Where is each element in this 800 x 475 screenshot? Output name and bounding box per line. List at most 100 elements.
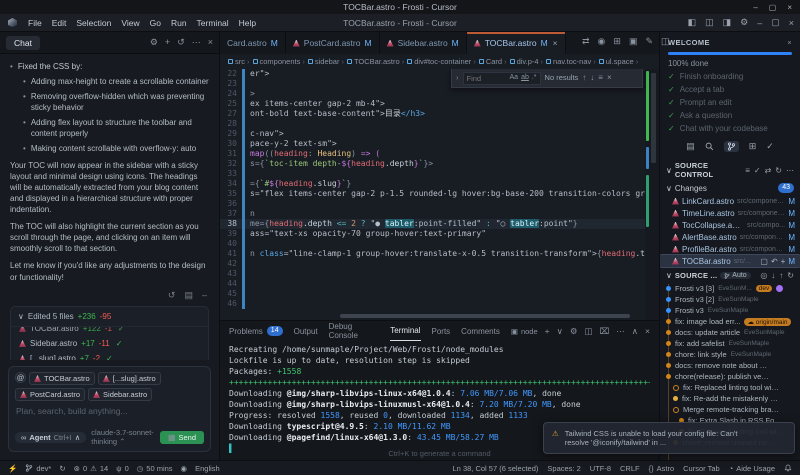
code-line[interactable]: 30 pace-y-2 text-sm"> bbox=[220, 139, 659, 149]
match-case-icon[interactable]: Aa bbox=[510, 73, 519, 83]
whole-word-icon[interactable]: ab bbox=[521, 73, 529, 83]
done-check-icon[interactable]: ✓ bbox=[766, 141, 774, 152]
usage-indicator[interactable]: ◔ Aide Usage bbox=[729, 464, 775, 473]
commit-row[interactable]: Merge remote-tracking bran... bbox=[660, 404, 800, 415]
panel-tab[interactable]: Problems 14 bbox=[229, 321, 283, 341]
cursor-position[interactable]: Ln 38, Col 57 (6 selected) bbox=[453, 464, 539, 473]
model-selector[interactable]: claude-3.7-sonnet-thinking ⌃ bbox=[91, 428, 155, 446]
maximize-icon[interactable]: ▢ bbox=[769, 3, 777, 12]
discard-changes-icon[interactable]: ↶ bbox=[771, 257, 778, 266]
branch-indicator[interactable]: dev* bbox=[25, 464, 51, 473]
minimize-icon[interactable]: – bbox=[757, 18, 762, 28]
code-line[interactable]: 43 bbox=[220, 269, 659, 279]
commit-row[interactable]: docs: remove note about Node.js... bbox=[660, 360, 800, 371]
encoding[interactable]: UTF-8 bbox=[590, 464, 611, 473]
menu-item[interactable]: Edit bbox=[47, 17, 72, 29]
context-chip[interactable]: [...slug].astro bbox=[98, 372, 161, 385]
context-chip[interactable]: PostCard.astro bbox=[15, 388, 85, 401]
tab-chat[interactable]: Chat bbox=[6, 36, 40, 50]
changed-file-row[interactable]: TocCollapse.astro src/compo... M bbox=[660, 219, 800, 231]
split-terminal-icon[interactable]: ◫ bbox=[584, 326, 592, 337]
view-as-list-icon[interactable]: ≡ bbox=[745, 166, 750, 175]
commit-row[interactable]: docs: update article EveSunMaple bbox=[660, 327, 800, 338]
notebook-icon[interactable]: ▣ bbox=[629, 36, 638, 47]
horizontal-scrollbar[interactable] bbox=[340, 314, 630, 318]
restore-checkpoint-icon[interactable]: ↺ bbox=[168, 289, 176, 301]
problems-indicator[interactable]: ⊗ 0 ⚠ 14 bbox=[74, 464, 109, 473]
breadcrumb-item[interactable]: sidebar › bbox=[308, 57, 344, 66]
new-terminal-icon[interactable]: + bbox=[545, 326, 550, 336]
edited-file-row[interactable]: [...slug].astro +7 -2 ✓ bbox=[13, 351, 206, 360]
message-more-icon[interactable]: – bbox=[202, 289, 207, 301]
notification-toast[interactable]: ⚠ Tailwind CSS is unable to load your co… bbox=[543, 422, 795, 454]
edited-files-header[interactable]: ∨ Edited 5 files +236 -95 bbox=[11, 307, 208, 327]
commit-row[interactable]: fix: add safelist EveSunMaple bbox=[660, 338, 800, 349]
chat-close-icon[interactable]: × bbox=[208, 37, 213, 48]
checklist-item[interactable]: ✓ Prompt an edit bbox=[660, 96, 800, 109]
code-editor[interactable]: › Aa ab .* No results ↑ ↓ ≡ × bbox=[220, 69, 659, 320]
sync-icon[interactable]: ↻ bbox=[59, 464, 65, 473]
copy-icon[interactable]: ▤ bbox=[184, 289, 193, 301]
menu-item[interactable]: Help bbox=[234, 17, 261, 29]
code-line[interactable]: 35 s="flex items-center gap-2 p-1.5 roun… bbox=[220, 189, 659, 199]
chat-message-area[interactable]: • Fixed the CSS by: • Adding max-height … bbox=[0, 54, 219, 360]
editor-tab[interactable]: Sidebar.astro M × bbox=[380, 32, 467, 54]
changed-file-row-selected[interactable]: TOCBar.astro src/... ▢ ↶ + M bbox=[660, 255, 800, 267]
code-line[interactable]: 28 bbox=[220, 119, 659, 129]
panel-tab[interactable]: Terminal bbox=[390, 321, 420, 341]
edited-file-row[interactable]: Sidebar.astro +17 -11 ✓ bbox=[13, 336, 206, 351]
close-panel-icon[interactable]: × bbox=[645, 326, 650, 336]
open-file-icon[interactable]: ▢ bbox=[760, 257, 768, 266]
bell-icon[interactable] bbox=[784, 464, 792, 472]
new-chat-icon[interactable]: + bbox=[165, 37, 170, 48]
diff-icon[interactable]: ⊞ bbox=[613, 36, 621, 47]
changes-header[interactable]: ∨ Changes 43 bbox=[660, 181, 800, 195]
refresh-icon[interactable]: ↻ bbox=[775, 166, 782, 175]
graph-icon[interactable]: ⇄ bbox=[765, 166, 772, 175]
split-editor-icon[interactable]: ◫ bbox=[661, 36, 670, 47]
ports-indicator[interactable]: ψ 0 bbox=[116, 464, 129, 473]
code-line[interactable]: 40 bbox=[220, 239, 659, 249]
menu-item[interactable]: Run bbox=[166, 17, 192, 29]
menu-item[interactable]: View bbox=[116, 17, 144, 29]
eol-selector[interactable]: CRLF bbox=[620, 464, 640, 473]
graph-header[interactable]: ∨ SOURCE ... Auto ◎ ↓ ↑ ↻ bbox=[660, 267, 800, 282]
commit-row[interactable]: Frosti v3 [2] EveSunMaple bbox=[660, 294, 800, 305]
breadcrumb-item[interactable]: TOCBar.astro › bbox=[347, 57, 404, 66]
regex-icon[interactable]: .* bbox=[532, 73, 537, 83]
minimap[interactable] bbox=[645, 69, 659, 320]
breadcrumb-item[interactable]: components › bbox=[253, 57, 305, 66]
kill-terminal-icon[interactable]: ⌧ bbox=[600, 326, 610, 337]
chat-history-icon[interactable]: ↺ bbox=[177, 37, 185, 48]
auto-fetch-pill[interactable]: Auto bbox=[720, 272, 750, 279]
breadcrumb-item[interactable]: div#toc-container › bbox=[407, 57, 476, 66]
chat-settings-icon[interactable]: ⚙ bbox=[150, 37, 158, 48]
code-line[interactable]: 45 bbox=[220, 289, 659, 299]
editor-more-icon[interactable]: ⋯ bbox=[678, 36, 687, 47]
code-line[interactable]: 41 n class="line-clamp-1 group-hover:tra… bbox=[220, 249, 659, 259]
tab-close-icon[interactable]: × bbox=[553, 38, 558, 48]
extensions-icon[interactable]: ⊞ bbox=[749, 141, 757, 152]
find-in-selection-icon[interactable]: ≡ bbox=[598, 73, 603, 83]
close-icon[interactable]: × bbox=[789, 18, 794, 28]
editor-tab[interactable]: PostCard.astro M × bbox=[286, 32, 380, 54]
chat-input-placeholder[interactable]: Plan, search, build anything... bbox=[16, 406, 203, 416]
push-icon[interactable]: ↑ bbox=[779, 271, 783, 280]
language-mode[interactable]: {} Astro bbox=[649, 464, 675, 473]
find-input[interactable] bbox=[467, 74, 507, 83]
cursor-tab-toggle[interactable]: Cursor Tab bbox=[683, 464, 720, 473]
code-line[interactable]: 44 bbox=[220, 279, 659, 289]
minimize-icon[interactable]: – bbox=[753, 3, 757, 12]
welcome-close-icon[interactable]: × bbox=[787, 38, 792, 47]
source-control-icon[interactable] bbox=[724, 141, 739, 152]
terminal-settings-icon[interactable]: ⚙ bbox=[570, 326, 578, 337]
timer-indicator[interactable]: ◷ 50 mins bbox=[137, 464, 173, 473]
toggle-blame-icon[interactable]: ◉ bbox=[598, 36, 606, 47]
menu-item[interactable]: Go bbox=[145, 17, 166, 29]
add-context-button[interactable]: @ bbox=[15, 372, 26, 383]
edited-file-row[interactable]: TOCBar.astro +122 -1 ✓ bbox=[13, 327, 206, 336]
code-line[interactable]: 24 > bbox=[220, 89, 659, 99]
edit-icon[interactable]: ✎ bbox=[645, 36, 653, 47]
panel-bottom-icon[interactable]: ◫ bbox=[705, 17, 714, 28]
context-chip[interactable]: Sidebar.astro bbox=[88, 388, 152, 401]
